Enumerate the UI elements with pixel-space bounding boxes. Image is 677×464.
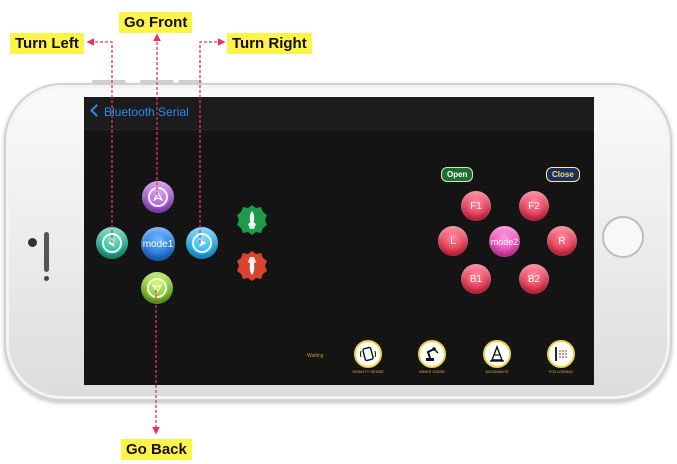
line-follow-icon [555,347,567,361]
phone-volume-down [140,80,174,84]
robot-arm-icon [426,347,439,361]
f1-button[interactable]: F1 [461,191,491,221]
chevron-left-icon [90,104,103,117]
mode1-label: mode1 [142,238,174,250]
arrow-up-icon [148,187,168,207]
avoidance-label: AVOIDANCE [485,369,509,374]
phone-volume-up [92,80,126,84]
turn-right-callout: Turn Right [227,33,312,54]
avoidance-button[interactable] [483,340,511,368]
go-front-button[interactable] [142,181,174,213]
phone-mute-switch [178,80,202,84]
front-camera [28,238,37,247]
app-screen: Bluetooth Serial mode1 Open Close F1 F2 … [84,97,594,385]
turn-left-callout: Turn Left [10,33,84,54]
l-button[interactable]: L [438,226,468,256]
gravity-sense-label: GRAVITY SENSE [352,369,384,374]
mode1-button[interactable]: mode1 [141,227,175,261]
following-label: FOLLOWING [548,369,573,374]
status-text: Waiting [307,353,324,359]
turn-left-button[interactable] [96,227,128,259]
cone-icon [490,345,504,362]
f2-button[interactable]: F2 [519,191,549,221]
b1-button[interactable]: B1 [461,264,491,294]
go-back-callout: Go Back [121,439,192,460]
speed-up-icon[interactable] [236,204,268,236]
speed-down-icon[interactable] [236,250,268,282]
navigation-bar: Bluetooth Serial [84,97,594,130]
mode2-button[interactable]: mode2 [489,226,520,257]
gravity-sense-button[interactable] [354,340,382,368]
arms-guide-button[interactable] [418,340,446,368]
arms-guide-label: ARM'S GUIDE [418,369,446,374]
go-front-callout: Go Front [119,12,193,33]
close-gripper-button[interactable]: Close [546,167,580,182]
arrow-right-icon [192,233,212,253]
phone-tilt-icon [360,346,376,362]
earpiece-speaker [44,232,49,272]
back-label: Bluetooth Serial [104,105,189,119]
open-gripper-button[interactable]: Open [441,167,474,182]
following-button[interactable] [547,340,575,368]
go-back-button[interactable] [141,272,173,304]
b2-button[interactable]: B2 [519,264,549,294]
home-button[interactable] [602,216,644,258]
proximity-sensor [44,276,49,281]
arrow-left-icon [102,233,122,253]
back-button[interactable]: Bluetooth Serial [90,104,189,120]
turn-right-button[interactable] [186,227,218,259]
arrow-down-icon [147,278,167,298]
r-button[interactable]: R [547,226,577,256]
